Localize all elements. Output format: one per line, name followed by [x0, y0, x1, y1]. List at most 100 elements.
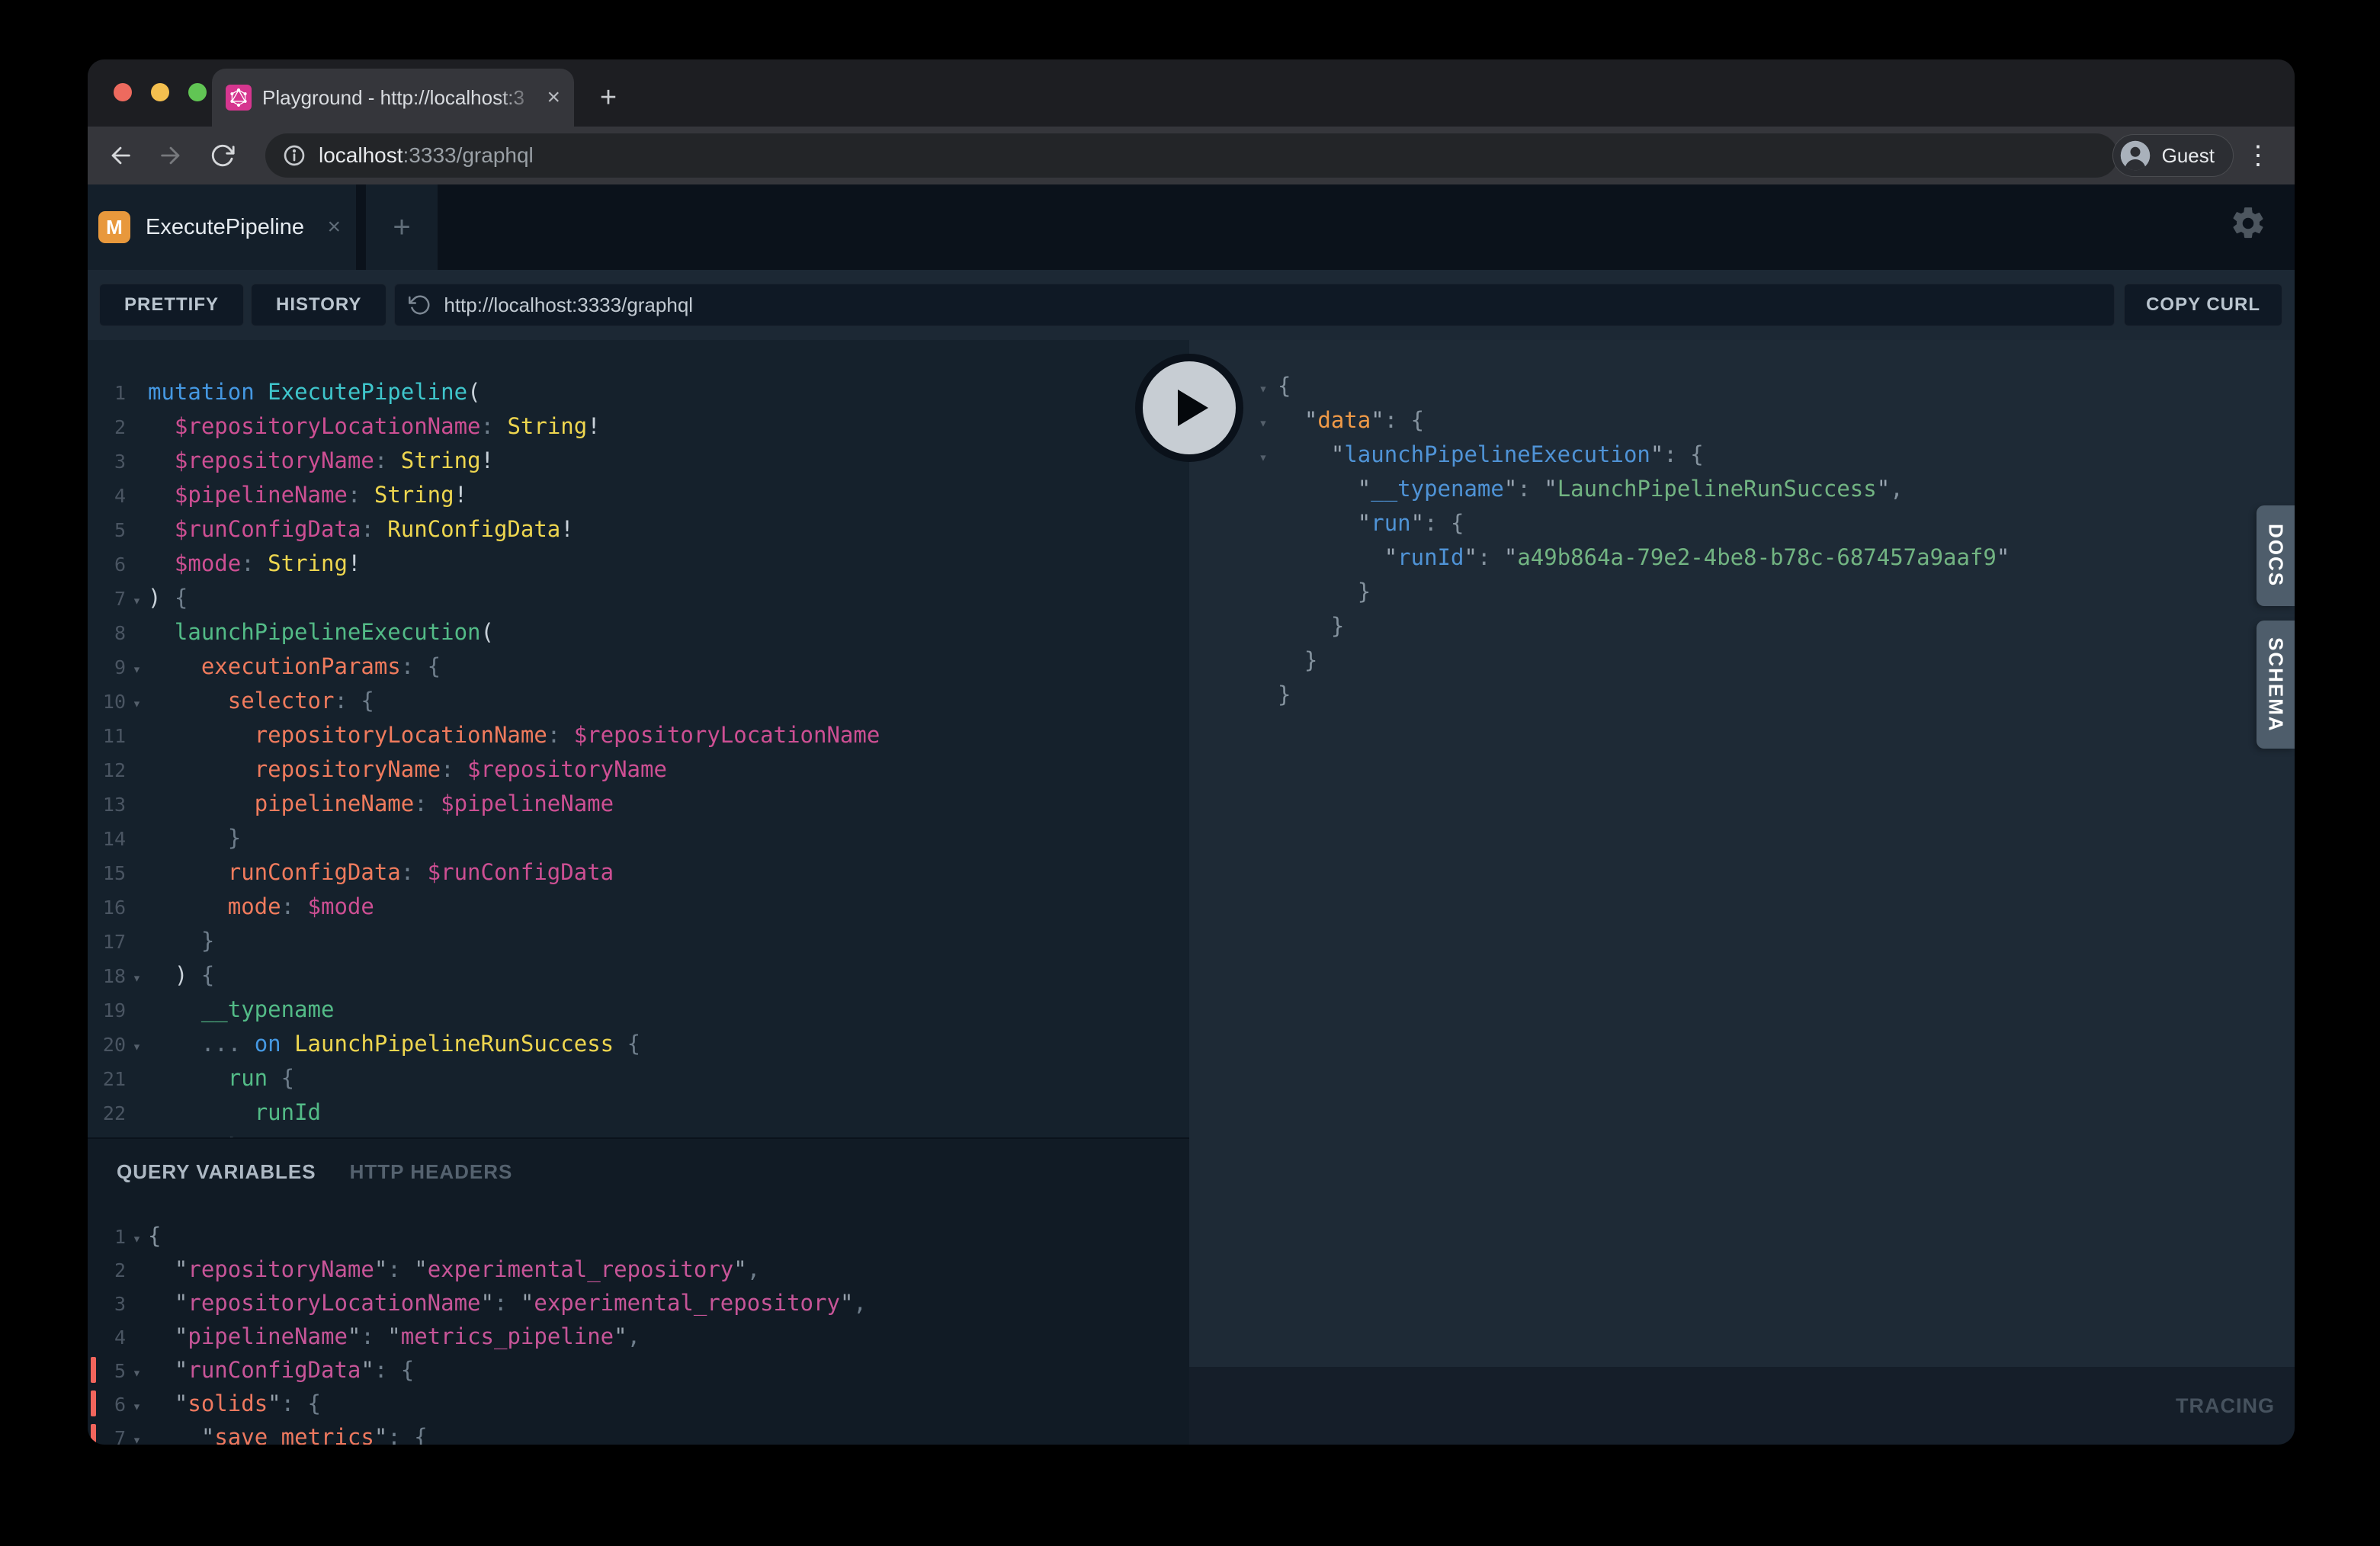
code-text: "__typename": "LaunchPipelineRunSuccess"… [1278, 472, 2295, 506]
line-number: 23 [88, 1131, 126, 1137]
response-line: ▾ "launchPipelineExecution": { [1189, 438, 2295, 472]
lint-marker [91, 1424, 96, 1445]
line-number: 6 [88, 547, 126, 582]
history-button[interactable]: HISTORY [251, 284, 387, 326]
line-number: 17 [88, 925, 126, 959]
fold-arrow-icon[interactable]: ▾ [126, 653, 148, 687]
variables-header: QUERY VARIABLES HTTP HEADERS [88, 1139, 1189, 1184]
line-number: 7 [88, 582, 126, 616]
query-line: 12 repositoryName: $repositoryName [88, 752, 1189, 787]
playground-tab-title: ExecutePipeline [146, 215, 327, 240]
fold-arrow-icon[interactable]: ▾ [126, 1030, 148, 1064]
site-info-icon[interactable] [282, 143, 306, 168]
copy-curl-button[interactable]: COPY CURL [2124, 284, 2282, 326]
url-host: localhost [319, 143, 403, 168]
query-line: 9▾ executionParams: { [88, 650, 1189, 684]
code-text: $mode: String! [148, 547, 1189, 581]
lint-marker [91, 1357, 96, 1383]
playground-toolbar: PRETTIFY HISTORY http://localhost:3333/g… [88, 270, 2295, 340]
query-line: 8 launchPipelineExecution( [88, 615, 1189, 650]
fold-arrow-icon[interactable]: ▾ [126, 584, 148, 618]
variables-editor[interactable]: 1▾{2 "repositoryName": "experimental_rep… [88, 1219, 1189, 1445]
fold-arrow-icon[interactable]: ▾ [126, 1356, 148, 1390]
line-number: 8 [88, 616, 126, 650]
reset-endpoint-icon[interactable] [409, 293, 431, 316]
query-line: 10▾ selector: { [88, 684, 1189, 718]
fold-arrow-icon[interactable]: ▾ [1249, 441, 1278, 475]
query-line: 6 $mode: String! [88, 547, 1189, 581]
zoom-window-button[interactable] [188, 83, 207, 101]
browser-tab[interactable]: Playground - http://localhost:3 × [212, 69, 574, 127]
query-line: 22 runId [88, 1095, 1189, 1130]
lint-marker [91, 1390, 96, 1416]
query-line: 4 $pipelineName: String! [88, 478, 1189, 512]
fold-arrow-icon[interactable]: ▾ [126, 1423, 148, 1445]
docs-side-tab[interactable]: DOCS [2257, 505, 2295, 606]
code-text: "pipelineName": "metrics_pipeline", [148, 1320, 1189, 1353]
fold-arrow-icon[interactable]: ▾ [126, 687, 148, 721]
code-text: } [148, 924, 1189, 958]
browser-menu-icon[interactable]: ⋮ [2243, 137, 2273, 174]
code-text: } [1278, 609, 2295, 643]
url-bar[interactable]: localhost:3333/graphql [265, 133, 2118, 178]
minimize-window-button[interactable] [151, 83, 169, 101]
variables-line: 1▾{ [88, 1219, 1189, 1253]
code-text: repositoryLocationName: $repositoryLocat… [148, 718, 1189, 752]
profile-name: Guest [2162, 144, 2215, 168]
tracing-toggle[interactable]: TRACING [2176, 1394, 2275, 1418]
playground-tab-bar: M ExecutePipeline × + [88, 184, 2295, 270]
settings-gear-icon[interactable] [2229, 204, 2267, 242]
schema-side-tab[interactable]: SCHEMA [2257, 621, 2295, 749]
graphql-playground: M ExecutePipeline × + PRETTIFY HISTORY h… [88, 184, 2295, 1445]
query-line: 15 runConfigData: $runConfigData [88, 855, 1189, 890]
line-number: 10 [88, 685, 126, 719]
close-window-button[interactable] [114, 83, 132, 101]
playground-tab-executepipeline[interactable]: M ExecutePipeline × [88, 184, 356, 270]
line-number: 18 [88, 959, 126, 993]
browser-tab-title: Playground - http://localhost:3 [262, 86, 539, 110]
query-line: 23 } [88, 1130, 1189, 1137]
endpoint-input[interactable]: http://localhost:3333/graphql [394, 284, 2115, 326]
line-number: 4 [88, 479, 126, 513]
line-number: 15 [88, 856, 126, 890]
query-line: 1mutation ExecutePipeline( [88, 375, 1189, 409]
code-text: selector: { [148, 684, 1189, 718]
response-line: "run": { [1189, 506, 2295, 540]
response-line: } [1189, 609, 2295, 643]
variables-line: 6▾ "solids": { [88, 1387, 1189, 1420]
prettify-button[interactable]: PRETTIFY [99, 284, 244, 326]
query-line: 14 } [88, 821, 1189, 855]
code-text: repositoryName: $repositoryName [148, 752, 1189, 787]
query-line: 21 run { [88, 1061, 1189, 1095]
profile-button[interactable]: Guest [2112, 134, 2234, 177]
execute-query-button[interactable] [1135, 354, 1243, 462]
fold-arrow-icon[interactable]: ▾ [126, 1390, 148, 1423]
fold-arrow-icon[interactable]: ▾ [1249, 406, 1278, 441]
line-number: 4 [88, 1321, 126, 1355]
code-text: executionParams: { [148, 650, 1189, 684]
fold-arrow-icon[interactable]: ▾ [1249, 372, 1278, 406]
playground-new-tab-button[interactable]: + [366, 184, 438, 270]
fold-arrow-icon[interactable]: ▾ [126, 961, 148, 996]
browser-window: Playground - http://localhost:3 × + loca… [88, 59, 2295, 1445]
back-button[interactable] [101, 136, 140, 175]
tab-query-variables[interactable]: QUERY VARIABLES [117, 1160, 316, 1184]
reload-button[interactable] [203, 136, 242, 175]
variables-line: 7▾ "save_metrics": { [88, 1420, 1189, 1445]
fold-arrow-icon[interactable]: ▾ [126, 1222, 148, 1256]
forward-button[interactable] [151, 136, 191, 175]
code-text: ) { [148, 581, 1189, 615]
browser-tab-close-icon[interactable]: × [547, 85, 560, 111]
line-number: 2 [88, 410, 126, 444]
variables-panel: QUERY VARIABLES HTTP HEADERS 1▾{2 "repos… [88, 1137, 1189, 1445]
response-pane[interactable]: ▾{▾ "data": {▾ "launchPipelineExecution"… [1189, 340, 2295, 1367]
browser-titlebar: Playground - http://localhost:3 × + [88, 59, 2295, 127]
tab-http-headers[interactable]: HTTP HEADERS [350, 1160, 513, 1184]
query-editor[interactable]: 1mutation ExecutePipeline(2 $repositoryL… [88, 340, 1189, 1137]
code-text: runConfigData: $runConfigData [148, 855, 1189, 890]
query-line: 16 mode: $mode [88, 890, 1189, 924]
playground-tab-close-icon[interactable]: × [327, 214, 341, 240]
code-text: "save_metrics": { [148, 1420, 1189, 1445]
new-tab-button[interactable]: + [587, 76, 630, 119]
code-text: pipelineName: $pipelineName [148, 787, 1189, 821]
